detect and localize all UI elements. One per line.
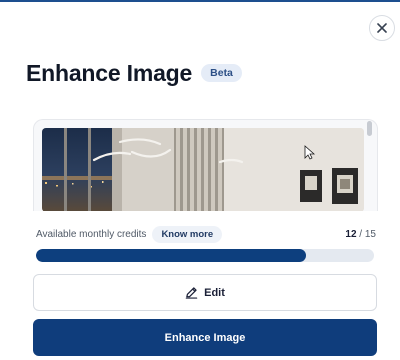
edit-button[interactable]: Edit xyxy=(33,274,377,311)
credits-count: 12 / 15 xyxy=(345,229,376,240)
know-more-button[interactable]: Know more xyxy=(152,225,223,243)
credits-used: 12 xyxy=(345,228,357,240)
page-title: Enhance Image xyxy=(26,60,193,86)
preview-scrollbar[interactable] xyxy=(367,120,375,211)
credits-row: Available monthly credits Know more 12 /… xyxy=(36,224,376,244)
scrollbar-thumb[interactable] xyxy=(367,121,372,136)
credits-label: Available monthly credits xyxy=(36,228,147,240)
room-interior-photo xyxy=(42,128,364,211)
close-icon xyxy=(377,23,387,33)
top-accent-bar xyxy=(0,0,400,2)
modal-header: Enhance Image Beta xyxy=(26,59,242,87)
close-button[interactable] xyxy=(369,15,395,41)
credits-total: 15 xyxy=(364,228,376,240)
edit-label: Edit xyxy=(204,286,225,299)
credits-separator: / xyxy=(356,228,365,240)
enhance-image-button[interactable]: Enhance Image xyxy=(33,319,377,356)
beta-badge: Beta xyxy=(201,64,242,82)
credits-progress-fill xyxy=(36,249,307,262)
enhance-image-label: Enhance Image xyxy=(164,331,246,344)
credits-progress-bar xyxy=(36,249,374,262)
image-preview-panel[interactable] xyxy=(33,119,378,211)
pencil-icon xyxy=(185,287,198,299)
